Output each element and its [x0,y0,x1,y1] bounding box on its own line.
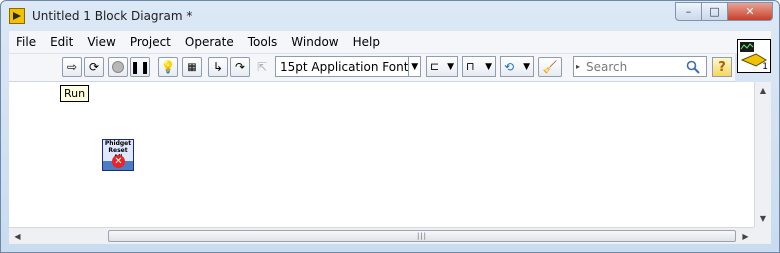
run-continuously-button[interactable]: ⟳ [84,57,104,77]
lightbulb-icon: 💡 [160,60,176,74]
step-out-icon: ⇱ [256,60,268,74]
pause-button[interactable]: ❚❚ [130,57,150,77]
toolbar: ⇨ ⟳ ❚❚ 💡 ▦ ↳ ↷ ⇱ 15pt Application Font ▼ [9,54,735,82]
scroll-left-arrow-icon[interactable]: ◀ [9,228,26,244]
close-x-icon: ✕ [112,155,125,168]
run-button[interactable]: ⇨ [62,57,82,77]
vi-icon[interactable]: 1 [737,39,771,73]
step-out-button[interactable]: ⇱ [252,57,272,77]
scroll-thumb[interactable]: ||| [108,230,736,242]
vi-icon-number: 1 [762,62,768,72]
vertical-scrollbar[interactable]: ▲ ▼ [754,82,771,227]
menu-edit[interactable]: Edit [43,31,80,53]
window-frame: Untitled 1 Block Diagram * – □ ✕ File Ed… [0,0,780,253]
text-settings-select[interactable]: 15pt Application Font ▼ [275,56,421,77]
close-button[interactable]: ✕ [728,2,773,21]
step-over-icon: ↷ [234,60,246,74]
menu-help[interactable]: Help [346,31,387,53]
chevron-down-icon: ▼ [408,57,420,76]
maximize-button[interactable]: □ [702,2,728,21]
align-objects-button[interactable]: ⊏ ▼ [426,56,458,77]
run-tooltip: Run [60,85,90,102]
menu-bar: File Edit View Project Operate Tools Win… [9,31,771,54]
search-box[interactable]: ▸ [573,56,707,77]
block-diagram-canvas[interactable]: Run Phidget Reset All ✕ [9,82,754,227]
run-continuously-icon: ⟳ [88,60,100,74]
stop-icon [112,61,124,73]
search-icon[interactable] [684,58,702,76]
context-help-button[interactable]: ? [712,57,732,77]
menu-tools[interactable]: Tools [241,31,285,53]
menu-window[interactable]: Window [284,31,345,53]
window-controls: – □ ✕ [675,2,773,21]
search-scope-icon: ▸ [576,62,581,71]
window-title: Untitled 1 Block Diagram * [32,9,193,23]
cleanup-diagram-button[interactable]: 🧹 [538,57,562,77]
scrollbar-corner [754,227,771,244]
menu-file[interactable]: File [9,31,43,53]
distribute-objects-icon: ⊓ [466,60,475,73]
retain-values-icon: ▦ [187,61,197,73]
run-arrow-icon: ⇨ [66,60,78,74]
menu-project[interactable]: Project [123,31,178,53]
step-into-icon: ↳ [212,60,224,74]
cleanup-brush-icon: 🧹 [542,60,558,74]
title-bar[interactable]: Untitled 1 Block Diagram * – □ ✕ [1,1,779,31]
grip-icon: ||| [416,232,428,240]
retain-wire-values-button[interactable]: ▦ [182,57,202,77]
step-into-button[interactable]: ↳ [208,57,228,77]
phidget-reset-all-subvi[interactable]: Phidget Reset All ✕ [102,139,134,171]
menu-operate[interactable]: Operate [178,31,241,53]
chevron-down-icon: ▼ [523,61,530,72]
step-over-button[interactable]: ↷ [230,57,250,77]
horizontal-scrollbar[interactable]: ◀ ||| ▶ [9,227,754,244]
minimize-button[interactable]: – [675,2,702,21]
distribute-objects-button[interactable]: ⊓ ▼ [462,56,496,77]
pause-icon: ❚❚ [129,60,151,74]
font-select-value: 15pt Application Font [280,59,409,74]
align-objects-icon: ⊏ [430,60,440,73]
menu-view[interactable]: View [80,31,122,53]
scroll-right-arrow-icon[interactable]: ▶ [737,228,754,244]
search-input[interactable] [584,59,684,74]
chevron-down-icon: ▼ [447,61,454,72]
subvi-label-line1: Phidget [103,140,133,147]
labview-app-icon [9,8,25,24]
abort-button[interactable] [108,57,128,77]
highlight-execution-button[interactable]: 💡 [158,57,178,77]
scroll-down-arrow-icon[interactable]: ▼ [755,210,771,227]
reorder-icon: ⟲ [504,59,515,74]
reorder-button[interactable]: ⟲ ▼ [500,56,534,77]
scroll-up-arrow-icon[interactable]: ▲ [755,82,771,99]
chevron-down-icon: ▼ [485,61,492,72]
